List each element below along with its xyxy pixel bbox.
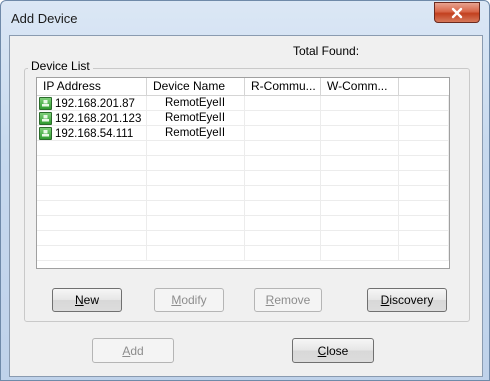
empty-cell (321, 186, 399, 201)
column-r-community[interactable]: R-Commu... (245, 78, 321, 96)
ip-address-text: 192.168.201.123 (55, 112, 142, 125)
table-row[interactable] (37, 171, 449, 186)
ip-address-text: 192.168.201.87 (55, 97, 135, 110)
table-row[interactable] (37, 246, 449, 261)
empty-cell (321, 141, 399, 156)
empty-cell (37, 246, 147, 261)
table-row[interactable] (37, 156, 449, 171)
table-row[interactable]: 192.168.201.87 RemotEyeII (37, 96, 449, 111)
empty-cell (399, 111, 449, 126)
empty-cell (147, 216, 245, 231)
ip-address-cell: 192.168.54.111 (37, 126, 147, 141)
column-ip-address[interactable]: IP Address (37, 78, 147, 96)
empty-cell (321, 156, 399, 171)
new-button[interactable]: New (52, 288, 122, 312)
empty-cell (399, 141, 449, 156)
empty-cell (321, 216, 399, 231)
empty-cell (147, 246, 245, 261)
column-empty (399, 78, 449, 96)
w-community-cell (321, 111, 399, 126)
window-close-button[interactable] (434, 2, 480, 23)
ip-address-cell: 192.168.201.87 (37, 96, 147, 111)
device-name-cell: RemotEyeII (147, 126, 245, 141)
empty-cell (399, 186, 449, 201)
empty-cell (321, 246, 399, 261)
empty-cell (399, 126, 449, 141)
empty-cell (245, 246, 321, 261)
column-device-name[interactable]: Device Name (147, 78, 245, 96)
modify-button[interactable]: Modify (154, 288, 224, 312)
empty-cell (399, 216, 449, 231)
window-title: Add Device (11, 11, 78, 26)
ip-address-cell: 192.168.201.123 (37, 111, 147, 126)
table-row[interactable] (37, 141, 449, 156)
add-device-window: Add Device Total Found: Device List IP A… (0, 0, 490, 381)
table-row[interactable] (37, 231, 449, 246)
empty-cell (399, 96, 449, 111)
close-icon (451, 7, 463, 18)
empty-cell (37, 156, 147, 171)
empty-cell (147, 186, 245, 201)
network-device-icon (39, 127, 52, 140)
empty-cell (147, 201, 245, 216)
empty-cell (245, 186, 321, 201)
r-community-cell (245, 126, 321, 141)
table-row[interactable] (37, 201, 449, 216)
empty-cell (321, 231, 399, 246)
empty-cell (37, 141, 147, 156)
empty-cell (245, 156, 321, 171)
empty-cell (321, 201, 399, 216)
empty-cell (37, 231, 147, 246)
empty-cell (321, 171, 399, 186)
dialog-body: Total Found: Device List IP Address Devi… (9, 35, 483, 377)
empty-cell (399, 156, 449, 171)
table-row[interactable] (37, 216, 449, 231)
column-w-community[interactable]: W-Comm... (321, 78, 399, 96)
empty-cell (147, 141, 245, 156)
network-device-icon (39, 97, 52, 110)
w-community-cell (321, 96, 399, 111)
empty-cell (399, 171, 449, 186)
r-community-cell (245, 111, 321, 126)
empty-cell (399, 246, 449, 261)
table-row[interactable]: 192.168.54.111 RemotEyeII (37, 126, 449, 141)
empty-cell (147, 231, 245, 246)
empty-cell (245, 141, 321, 156)
table-row[interactable] (37, 186, 449, 201)
device-list-rows: 192.168.201.87 RemotEyeII 192.168.201.123 R… (37, 96, 449, 261)
empty-cell (147, 156, 245, 171)
close-button[interactable]: Close (292, 338, 374, 363)
empty-cell (245, 231, 321, 246)
device-list-group-label: Device List (28, 59, 93, 73)
network-device-icon (39, 112, 52, 125)
empty-cell (245, 171, 321, 186)
device-list[interactable]: IP Address Device Name R-Commu... W-Comm… (36, 77, 450, 269)
title-bar[interactable]: Add Device (1, 1, 489, 37)
empty-cell (399, 201, 449, 216)
total-found-label: Total Found: (293, 44, 360, 58)
empty-cell (37, 216, 147, 231)
ip-address-text: 192.168.54.111 (55, 127, 134, 140)
device-name-cell: RemotEyeII (147, 96, 245, 111)
device-list-header: IP Address Device Name R-Commu... W-Comm… (37, 78, 449, 96)
empty-cell (245, 201, 321, 216)
add-button[interactable]: Add (92, 338, 174, 363)
empty-cell (399, 231, 449, 246)
w-community-cell (321, 126, 399, 141)
r-community-cell (245, 96, 321, 111)
empty-cell (37, 201, 147, 216)
empty-cell (245, 216, 321, 231)
table-row[interactable]: 192.168.201.123 RemotEyeII (37, 111, 449, 126)
discovery-button[interactable]: Discovery (367, 288, 447, 312)
empty-cell (37, 186, 147, 201)
remove-button[interactable]: Remove (254, 288, 322, 312)
device-name-cell: RemotEyeII (147, 111, 245, 126)
empty-cell (147, 171, 245, 186)
empty-cell (37, 171, 147, 186)
